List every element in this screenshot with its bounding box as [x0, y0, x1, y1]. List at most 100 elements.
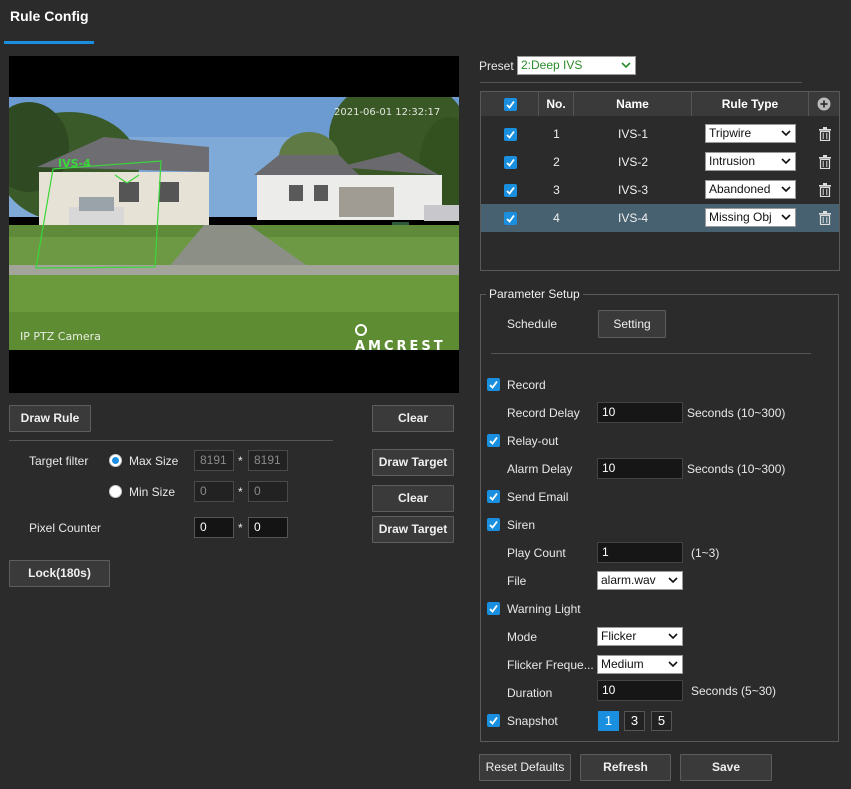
rule-type-select[interactable]: Missing Obj [705, 208, 796, 227]
reset-defaults-button[interactable]: Reset Defaults [479, 754, 571, 781]
draw-target-pixel-button[interactable]: Draw Target [372, 516, 454, 543]
play-count-input[interactable]: 1 [597, 542, 683, 563]
min-width-field[interactable]: 0 [194, 481, 234, 502]
table-row[interactable]: 3 IVS-3 Abandoned [481, 176, 839, 204]
check-icon [489, 520, 498, 529]
preset-select[interactable]: 2:Deep IVS [517, 56, 636, 75]
rule-type-value: Tripwire [709, 126, 752, 140]
check-icon [489, 604, 498, 613]
lock-button[interactable]: Lock(180s) [9, 560, 110, 587]
check-icon [489, 716, 498, 725]
relay-out-label: Relay-out [507, 434, 559, 448]
tab-rule-config[interactable]: Rule Config [10, 8, 89, 24]
record-checkbox[interactable] [487, 378, 500, 391]
flicker-frequency-value: Medium [601, 657, 644, 671]
trash-icon[interactable] [819, 155, 831, 169]
max-height-field[interactable]: 8191 [248, 450, 288, 471]
max-size-label: Max Size [129, 454, 179, 468]
rule-type-value: Intrusion [709, 154, 756, 168]
add-rule-icon[interactable] [817, 97, 831, 111]
rule-type-select[interactable]: Abandoned [705, 180, 796, 199]
draw-target-button[interactable]: Draw Target [372, 449, 454, 476]
snapshot-label: Snapshot [507, 714, 558, 728]
duration-input[interactable]: 10 [597, 680, 683, 701]
table-row[interactable]: 2 IVS-2 Intrusion [481, 148, 839, 176]
chevron-down-icon [621, 62, 631, 69]
file-select[interactable]: alarm.wav [597, 571, 683, 590]
snapshot-option-1[interactable]: 1 [598, 711, 619, 731]
draw-rule-button[interactable]: Draw Rule [9, 405, 91, 432]
flicker-frequency-label: Flicker Freque... [507, 658, 594, 672]
warning-light-checkbox[interactable] [487, 602, 500, 615]
check-icon [506, 214, 515, 223]
row-checkbox[interactable] [504, 212, 517, 225]
siren-checkbox[interactable] [487, 518, 500, 531]
trash-icon[interactable] [819, 211, 831, 225]
mode-select-value: Flicker [601, 629, 637, 643]
flicker-frequency-select[interactable]: Medium [597, 655, 683, 674]
min-size-label: Min Size [129, 485, 176, 499]
check-icon [489, 436, 498, 445]
row-checkbox[interactable] [504, 128, 517, 141]
check-icon [489, 492, 498, 501]
clear-target-button[interactable]: Clear [372, 485, 454, 512]
row-name: IVS-1 [617, 127, 648, 141]
ivs-overlay-label: IVS-4 [58, 157, 91, 170]
alarm-delay-unit: Seconds (10~300) [687, 462, 786, 476]
max-width-field[interactable]: 8191 [194, 450, 234, 471]
amcrest-brand-text: AMCREST [355, 339, 446, 354]
trash-icon[interactable] [819, 183, 831, 197]
play-count-range: (1~3) [691, 546, 720, 560]
alarm-delay-label: Alarm Delay [507, 462, 573, 476]
chevron-down-icon [668, 633, 678, 640]
camera-name: IP PTZ Camera [20, 330, 101, 343]
alarm-delay-input[interactable]: 10 [597, 458, 683, 479]
trash-icon[interactable] [819, 127, 831, 141]
schedule-label: Schedule [507, 317, 558, 331]
preset-label: Preset [479, 59, 514, 73]
duration-label: Duration [507, 686, 553, 700]
relay-out-checkbox[interactable] [487, 434, 500, 447]
record-delay-label: Record Delay [507, 406, 580, 420]
schedule-divider [491, 353, 811, 354]
rule-type-value: Abandoned [709, 182, 771, 196]
save-button[interactable]: Save [680, 754, 772, 781]
pixel-width-field[interactable]: 0 [194, 517, 234, 538]
table-row[interactable]: 4 IVS-4 Missing Obj [481, 204, 839, 232]
rule-type-select[interactable]: Intrusion [705, 152, 796, 171]
row-name: IVS-3 [617, 183, 648, 197]
times-sign: * [238, 521, 243, 535]
snapshot-checkbox[interactable] [487, 714, 500, 727]
send-email-checkbox[interactable] [487, 490, 500, 503]
record-delay-input[interactable]: 10 [597, 402, 683, 423]
play-count-label: Play Count [507, 546, 566, 560]
row-no: 1 [553, 127, 560, 141]
pixel-height-field[interactable]: 0 [248, 517, 288, 538]
amcrest-logo: AMCREST [355, 324, 459, 354]
refresh-button[interactable]: Refresh [580, 754, 671, 781]
row-name: IVS-4 [617, 211, 648, 225]
row-checkbox[interactable] [504, 156, 517, 169]
file-select-value: alarm.wav [601, 573, 656, 587]
rule-type-select[interactable]: Tripwire [705, 124, 796, 143]
pixel-counter-label: Pixel Counter [29, 521, 102, 535]
table-row[interactable]: 1 IVS-1 Tripwire [481, 120, 839, 148]
camera-scene [9, 97, 459, 350]
row-checkbox[interactable] [504, 184, 517, 197]
clear-rule-button[interactable]: Clear [372, 405, 454, 432]
min-size-radio[interactable] [109, 485, 122, 498]
schedule-setting-button[interactable]: Setting [598, 310, 666, 338]
snapshot-option-3[interactable]: 3 [624, 711, 645, 731]
snapshot-option-5[interactable]: 5 [651, 711, 672, 731]
header-add [809, 92, 839, 116]
check-icon [506, 100, 515, 109]
row-no: 3 [553, 183, 560, 197]
min-height-field[interactable]: 0 [248, 481, 288, 502]
active-tab-indicator [4, 41, 94, 44]
check-icon [489, 380, 498, 389]
chevron-down-icon [668, 577, 678, 584]
video-preview[interactable]: IVS-4 2021-06-01 12:32:17 IP PTZ Camera … [9, 56, 459, 393]
select-all-checkbox[interactable] [504, 98, 517, 111]
mode-select[interactable]: Flicker [597, 627, 683, 646]
max-size-radio[interactable] [109, 454, 122, 467]
